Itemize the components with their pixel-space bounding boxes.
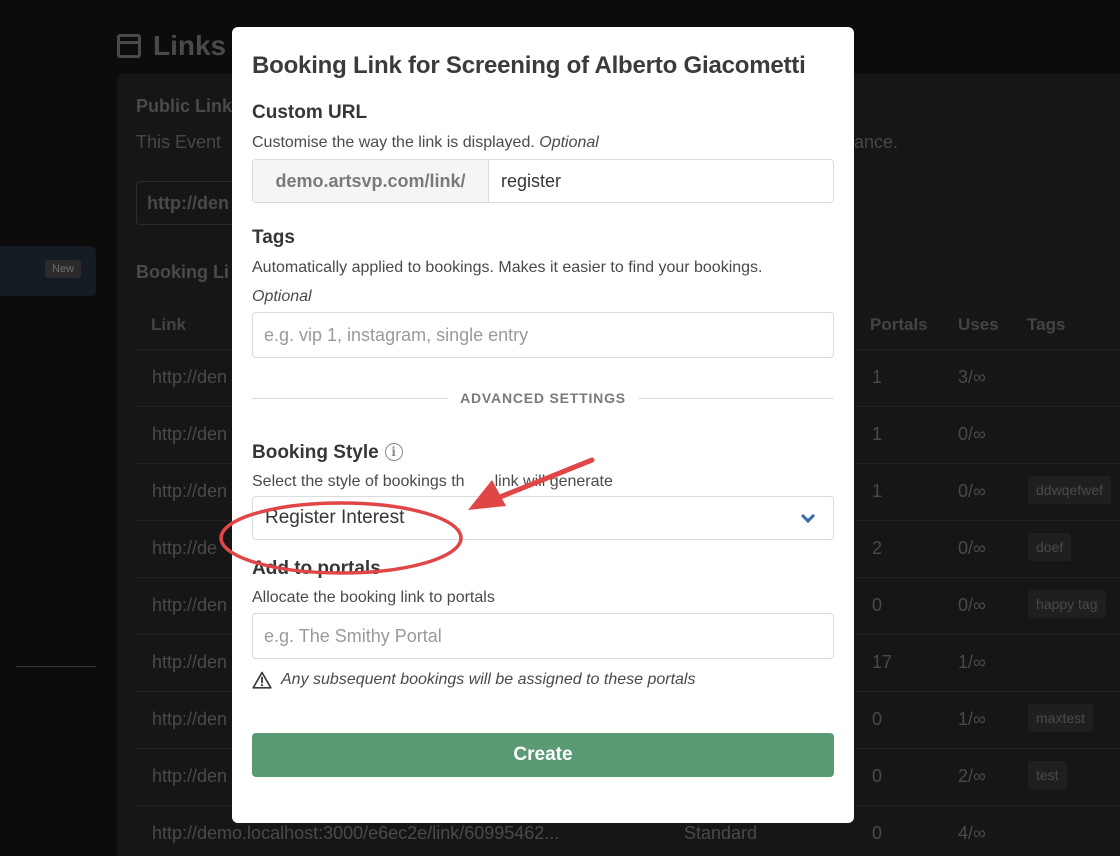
column-header-tags: Tags bbox=[1027, 315, 1066, 334]
row-link[interactable]: http://de bbox=[152, 538, 217, 559]
advanced-settings-label: ADVANCED SETTINGS bbox=[460, 390, 626, 406]
row-tag: doef bbox=[1028, 533, 1072, 561]
row-uses: 4/∞ bbox=[958, 823, 986, 843]
row-portals: 0 bbox=[872, 823, 883, 843]
divider-line-right bbox=[637, 397, 835, 399]
portals-help: Allocate the booking link to portals bbox=[252, 589, 495, 606]
tags-optional: Optional bbox=[252, 288, 312, 305]
custom-url-input[interactable] bbox=[489, 160, 833, 202]
column-header-link: Link bbox=[151, 315, 186, 334]
info-icon[interactable]: i bbox=[384, 443, 403, 461]
row-tag: maxtest bbox=[1028, 704, 1094, 732]
booking-style-label-row: Booking Style i bbox=[252, 442, 834, 464]
row-link[interactable]: http://den bbox=[152, 595, 227, 616]
custom-url-label: Custom URL bbox=[252, 102, 368, 123]
row-portals: 0 bbox=[872, 766, 883, 786]
custom-url-help: Customise the way the link is displayed.… bbox=[252, 128, 834, 157]
row-portals: 0 bbox=[872, 709, 883, 729]
row-link[interactable]: http://den bbox=[152, 367, 227, 388]
page-title: Links bbox=[117, 30, 226, 62]
portals-input[interactable] bbox=[252, 613, 834, 659]
booking-style-field: Booking Style i Select the style of booki… bbox=[252, 442, 834, 540]
row-portals: 2 bbox=[872, 538, 883, 558]
row-uses: 1/∞ bbox=[958, 709, 986, 729]
page-title-text: Links bbox=[153, 30, 227, 61]
row-portals: 1 bbox=[872, 481, 883, 501]
row-uses: 1/∞ bbox=[958, 652, 986, 672]
public-link-description-start: This Event bbox=[136, 132, 222, 152]
row-portals: 1 bbox=[872, 424, 883, 444]
booking-style-help: Select the style of bookings th link will… bbox=[252, 467, 834, 496]
booking-style-help-start: Select the style of bookings th bbox=[252, 473, 465, 490]
row-uses: 0/∞ bbox=[958, 595, 986, 615]
portals-field: Add to portals Allocate the booking link… bbox=[252, 558, 834, 689]
modal-title: Booking Link for Screening of Alberto Gi… bbox=[252, 52, 806, 79]
divider-line-left bbox=[252, 397, 449, 399]
column-header-uses: Uses bbox=[958, 315, 999, 334]
row-link[interactable]: http://den bbox=[152, 709, 227, 730]
row-link[interactable]: http://den bbox=[152, 424, 227, 445]
row-uses: 0/∞ bbox=[958, 424, 986, 444]
public-link-heading: Public Link bbox=[136, 96, 233, 116]
booking-style-label: Booking Style bbox=[252, 442, 379, 463]
row-link[interactable]: http://den bbox=[152, 766, 227, 787]
row-link[interactable]: http://den bbox=[152, 652, 227, 673]
row-style: Standard bbox=[684, 823, 758, 843]
custom-url-optional: Optional bbox=[539, 134, 599, 151]
row-portals: 0 bbox=[872, 595, 883, 615]
booking-style-select[interactable]: Register Interest bbox=[252, 496, 834, 540]
public-link-description-end: ance. bbox=[854, 132, 899, 152]
portals-warning: Any subsequent bookings will be assigned… bbox=[252, 671, 834, 689]
custom-url-help-text: Customise the way the link is displayed. bbox=[252, 134, 535, 151]
custom-url-input-group: demo.artsvp.com/link/ bbox=[252, 159, 834, 203]
portals-warning-text: Any subsequent bookings will be assigned… bbox=[281, 671, 696, 688]
booking-link-modal: Booking Link for Screening of Alberto Gi… bbox=[232, 27, 854, 823]
tags-help: Automatically applied to bookings. Makes… bbox=[252, 259, 763, 276]
new-badge: New bbox=[45, 260, 82, 278]
sidebar-divider bbox=[16, 666, 96, 667]
row-portals: 17 bbox=[872, 652, 893, 672]
tags-label: Tags bbox=[252, 227, 295, 248]
row-link[interactable]: http://den bbox=[152, 481, 227, 502]
warning-icon bbox=[252, 671, 272, 689]
tags-field: Tags Automatically applied to bookings. … bbox=[252, 227, 834, 358]
row-portals: 1 bbox=[872, 367, 883, 387]
tags-optional-wrap: Optional bbox=[252, 282, 834, 311]
booking-links-heading: Booking Li bbox=[136, 262, 229, 282]
url-prefix-addon: demo.artsvp.com/link/ bbox=[253, 160, 489, 202]
advanced-settings-divider: ADVANCED SETTINGS bbox=[252, 390, 835, 406]
booking-style-selected: Register Interest bbox=[265, 507, 405, 528]
create-button[interactable]: Create bbox=[252, 733, 834, 777]
column-header-portals: Portals bbox=[870, 315, 928, 334]
tags-input[interactable] bbox=[252, 312, 834, 358]
booking-style-help-end: link will generate bbox=[494, 473, 613, 490]
chevron-down-icon bbox=[800, 508, 816, 523]
row-uses: 3/∞ bbox=[958, 367, 986, 387]
portals-label: Add to portals bbox=[252, 558, 381, 579]
row-tag: ddwqefwef bbox=[1028, 476, 1111, 504]
calendar-icon bbox=[117, 34, 141, 58]
row-tag: happy tag bbox=[1028, 590, 1106, 618]
row-tag: test bbox=[1028, 761, 1067, 789]
row-link[interactable]: http://demo.localhost:3000/e6ec2e/link/6… bbox=[152, 823, 559, 844]
row-uses: 0/∞ bbox=[958, 481, 986, 501]
row-uses: 0/∞ bbox=[958, 538, 986, 558]
custom-url-field: Custom URL Customise the way the link is… bbox=[252, 102, 834, 203]
row-uses: 2/∞ bbox=[958, 766, 986, 786]
